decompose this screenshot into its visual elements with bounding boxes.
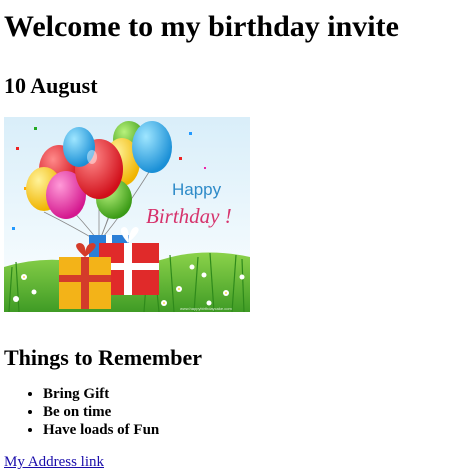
image-watermark: www.happybirthdaycake.com <box>180 306 232 311</box>
reminder-list: Bring Gift Be on time Have loads of Fun <box>4 385 460 439</box>
banner-happy-text: Happy <box>172 180 222 199</box>
page: Welcome to my birthday invite 10 August <box>0 9 464 471</box>
list-item: Bring Gift <box>43 385 460 403</box>
party-date: 10 August <box>4 73 98 98</box>
list-item: Be on time <box>43 403 460 421</box>
birthday-image: Happy Birthday ! www.happybirthdaycake.c… <box>4 117 250 312</box>
address-link[interactable]: My Address link <box>4 453 104 471</box>
page-heading: Welcome to my birthday invite <box>4 10 399 43</box>
banner-birthday-text: Birthday ! <box>146 204 232 228</box>
birthday-illustration: Happy Birthday ! www.happybirthdaycake.c… <box>4 117 250 312</box>
list-item: Have loads of Fun <box>43 421 460 439</box>
section-title: Things to Remember <box>4 345 202 370</box>
